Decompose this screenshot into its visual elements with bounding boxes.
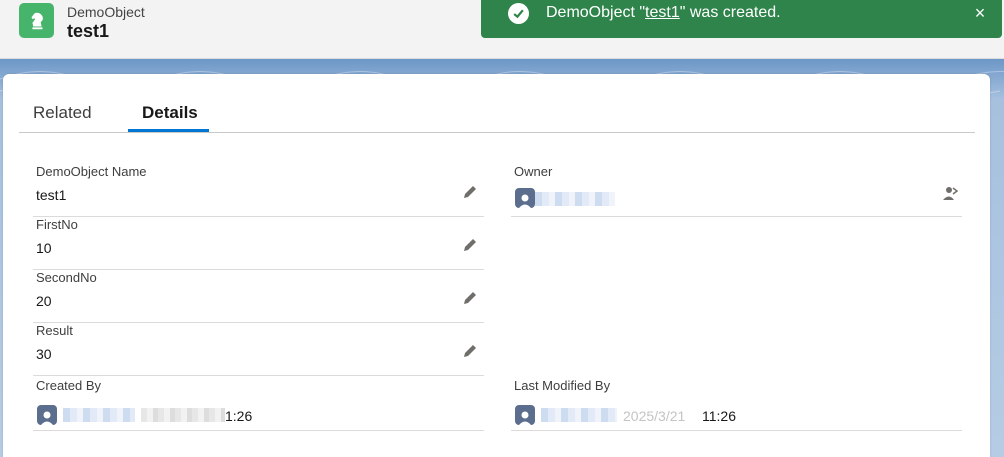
chess-knight-icon [19, 3, 54, 38]
field-label: FirstNo [36, 217, 78, 232]
user-avatar-icon [37, 405, 57, 425]
tab-related[interactable]: Related [33, 103, 92, 123]
redacted-user-name[interactable] [541, 408, 617, 422]
field-secondno: SecondNo 20 [33, 270, 484, 323]
success-toast: DemoObject "test1" was created. × [481, 0, 1002, 38]
field-label: SecondNo [36, 270, 97, 285]
field-label: Owner [514, 164, 553, 179]
object-type-label: DemoObject [67, 4, 145, 20]
field-value: 10 [36, 240, 52, 256]
user-avatar-icon [515, 405, 535, 425]
toast-record-link[interactable]: test1 [645, 4, 680, 21]
field-demoobject-name: DemoObject Name test1 [33, 164, 484, 217]
redacted-user-name[interactable] [63, 408, 135, 422]
redacted-date [141, 408, 225, 422]
record-detail-card: Related Details DemoObject Name test1 Fi… [3, 74, 990, 457]
pencil-edit-icon[interactable] [462, 290, 478, 306]
field-label: Result [36, 323, 73, 338]
user-avatar-icon [515, 188, 535, 208]
toast-message-suffix: " was created. [679, 4, 781, 21]
field-label: Last Modified By [514, 378, 611, 393]
pencil-edit-icon[interactable] [462, 184, 478, 200]
field-value: 30 [36, 346, 52, 362]
field-firstno: FirstNo 10 [33, 217, 484, 270]
field-value: test1 [36, 187, 67, 203]
pencil-edit-icon[interactable] [462, 237, 478, 253]
tab-details[interactable]: Details [142, 103, 198, 123]
redacted-owner-name[interactable] [535, 192, 615, 206]
active-tab-indicator [128, 129, 209, 132]
field-owner: Owner [511, 164, 962, 217]
tab-bar: Related Details [19, 94, 975, 133]
partially-redacted-date: 2025/3/21 [623, 408, 686, 424]
change-owner-icon[interactable] [942, 185, 958, 201]
field-last-modified-by: Last Modified By 2025/3/21 11:26 [511, 378, 962, 431]
modified-time-tail: 11:26 [702, 408, 736, 424]
toast-message-prefix: DemoObject " [546, 4, 646, 21]
success-check-icon [508, 3, 529, 24]
record-title: test1 [67, 21, 110, 41]
pencil-edit-icon[interactable] [462, 343, 478, 359]
toast-close-icon[interactable]: × [968, 2, 992, 24]
field-created-by: Created By 1:26 [33, 378, 484, 431]
field-value: 20 [36, 293, 52, 309]
created-time-tail: 1:26 [225, 408, 253, 424]
toast-message: DemoObject "test1" was created. [546, 4, 781, 22]
field-label: DemoObject Name [36, 164, 147, 179]
field-result: Result 30 [33, 323, 484, 376]
field-label: Created By [36, 378, 102, 393]
